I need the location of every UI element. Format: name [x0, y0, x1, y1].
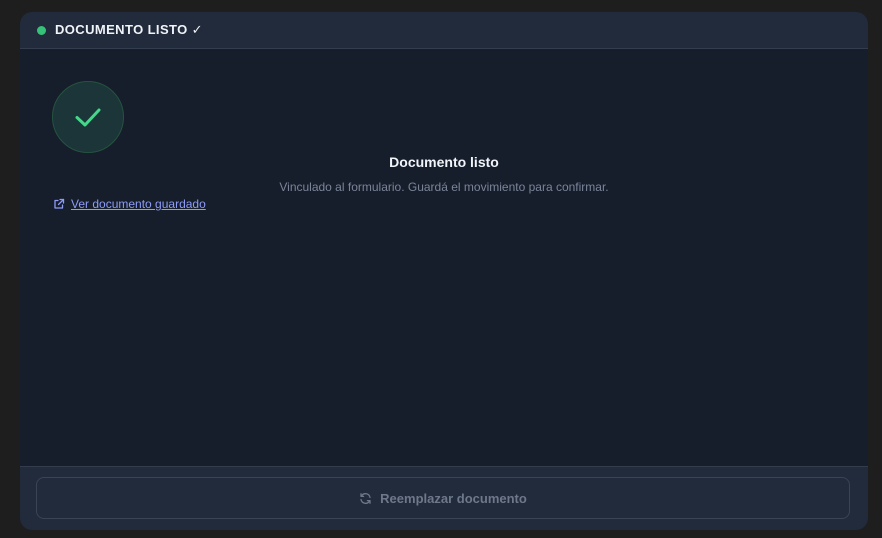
card-header: DOCUMENTO LISTO ✓ [20, 12, 868, 49]
document-card: DOCUMENTO LISTO ✓ Documento listo Vincul… [20, 12, 868, 530]
status-title: Documento listo [389, 154, 499, 170]
header-title: DOCUMENTO LISTO ✓ [55, 22, 203, 37]
status-subtitle: Vinculado al formulario. Guardá el movim… [279, 180, 609, 194]
status-dot [37, 25, 46, 35]
card-footer: Reemplazar documento [20, 466, 868, 530]
check-icon [75, 108, 101, 127]
replace-document-button[interactable]: Reemplazar documento [36, 477, 850, 519]
replace-document-button-label: Reemplazar documento [380, 490, 527, 506]
view-document-link[interactable]: Ver documento guardado [53, 197, 206, 211]
refresh-icon [359, 492, 372, 505]
external-link-icon [53, 198, 65, 210]
success-badge [52, 81, 124, 153]
view-document-link-label: Ver documento guardado [71, 197, 206, 211]
